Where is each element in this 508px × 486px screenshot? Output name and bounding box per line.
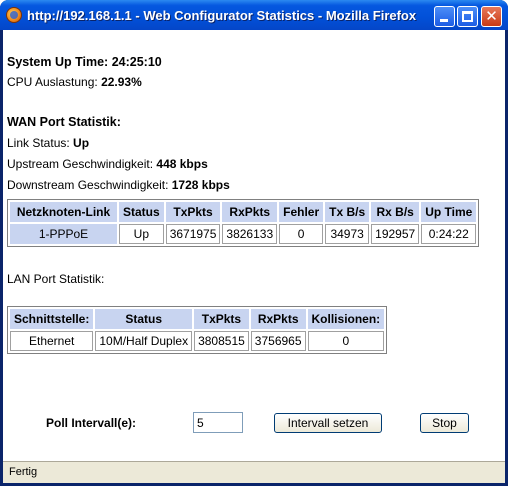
column-header: Tx B/s <box>325 202 370 222</box>
title-bar[interactable]: http://192.168.1.1 - Web Configurator St… <box>0 0 508 30</box>
column-header: Up Time <box>421 202 477 222</box>
table-cell: 192957 <box>371 224 420 244</box>
maximize-button[interactable] <box>457 6 478 27</box>
link-status-value: Up <box>73 136 90 150</box>
cpu-value: 22.93% <box>101 75 142 89</box>
link-status-label: Link Status: <box>7 136 70 150</box>
column-header: Netzknoten-Link <box>10 202 117 222</box>
table-cell: 34973 <box>325 224 370 244</box>
status-bar: Fertig <box>3 461 505 483</box>
upstream-label: Upstream Geschwindigkeit: <box>7 157 154 171</box>
close-button[interactable]: ✕ <box>481 6 502 27</box>
page-content: System Up Time: 24:25:10 CPU Auslastung:… <box>3 30 505 461</box>
table-header-row: Schnittstelle: Status TxPkts RxPkts Koll… <box>10 309 385 329</box>
stop-button[interactable]: Stop <box>420 413 469 433</box>
set-interval-button[interactable]: Intervall setzen <box>274 413 382 433</box>
wan-downstream: Downstream Geschwindigkeit: 1728 kbps <box>7 178 230 192</box>
downstream-label: Downstream Geschwindigkeit: <box>7 178 169 192</box>
table-header-row: Netzknoten-Link Status TxPkts RxPkts Feh… <box>10 202 477 222</box>
column-header: Fehler <box>279 202 324 222</box>
minimize-button[interactable] <box>434 6 455 27</box>
system-uptime: System Up Time: 24:25:10 <box>7 55 162 69</box>
column-header: Schnittstelle: <box>10 309 94 329</box>
close-icon: ✕ <box>485 7 498 25</box>
column-header: Status <box>119 202 164 222</box>
cpu-label: CPU Auslastung: <box>7 75 98 89</box>
table-cell: 10M/Half Duplex <box>95 331 193 351</box>
poll-interval-input[interactable] <box>193 412 243 433</box>
table-cell: 1-PPPoE <box>10 224 117 244</box>
window-title: http://192.168.1.1 - Web Configurator St… <box>27 8 417 23</box>
downstream-value: 1728 kbps <box>171 178 230 192</box>
wan-upstream: Upstream Geschwindigkeit: 448 kbps <box>7 157 208 171</box>
table-cell: 3756965 <box>250 331 306 351</box>
table-row: Ethernet 10M/Half Duplex 3808515 3756965… <box>10 331 385 351</box>
table-cell: 0:24:22 <box>421 224 477 244</box>
minimize-icon <box>440 19 448 22</box>
column-header: Status <box>95 309 193 329</box>
column-header: Kollisionen: <box>307 309 385 329</box>
lan-stats-table: Schnittstelle: Status TxPkts RxPkts Koll… <box>7 306 388 354</box>
table-cell: 0 <box>307 331 385 351</box>
wan-stats-table: Netzknoten-Link Status TxPkts RxPkts Feh… <box>7 199 480 247</box>
upstream-value: 448 kbps <box>156 157 208 171</box>
firefox-icon <box>6 7 22 23</box>
maximize-icon <box>462 11 473 22</box>
column-header: RxPkts <box>222 202 278 222</box>
poll-interval-label: Poll Intervall(e): <box>46 416 137 430</box>
uptime-label: System Up Time: <box>7 55 109 69</box>
table-cell: 3826133 <box>222 224 278 244</box>
wan-heading: WAN Port Statistik: <box>7 115 121 129</box>
status-text: Fertig <box>9 466 38 478</box>
wan-link-status: Link Status: Up <box>7 136 89 150</box>
column-header: RxPkts <box>250 309 306 329</box>
cpu-load: CPU Auslastung: 22.93% <box>7 75 142 89</box>
column-header: TxPkts <box>194 309 249 329</box>
table-cell: Ethernet <box>10 331 94 351</box>
column-header: TxPkts <box>165 202 221 222</box>
table-cell: 3808515 <box>194 331 249 351</box>
browser-window: http://192.168.1.1 - Web Configurator St… <box>0 0 508 486</box>
table-cell: 0 <box>279 224 324 244</box>
table-cell: Up <box>119 224 164 244</box>
uptime-value: 24:25:10 <box>111 55 162 69</box>
table-row: 1-PPPoE Up 3671975 3826133 0 34973 19295… <box>10 224 477 244</box>
table-cell: 3671975 <box>165 224 221 244</box>
lan-heading: LAN Port Statistik: <box>7 272 105 286</box>
column-header: Rx B/s <box>371 202 420 222</box>
